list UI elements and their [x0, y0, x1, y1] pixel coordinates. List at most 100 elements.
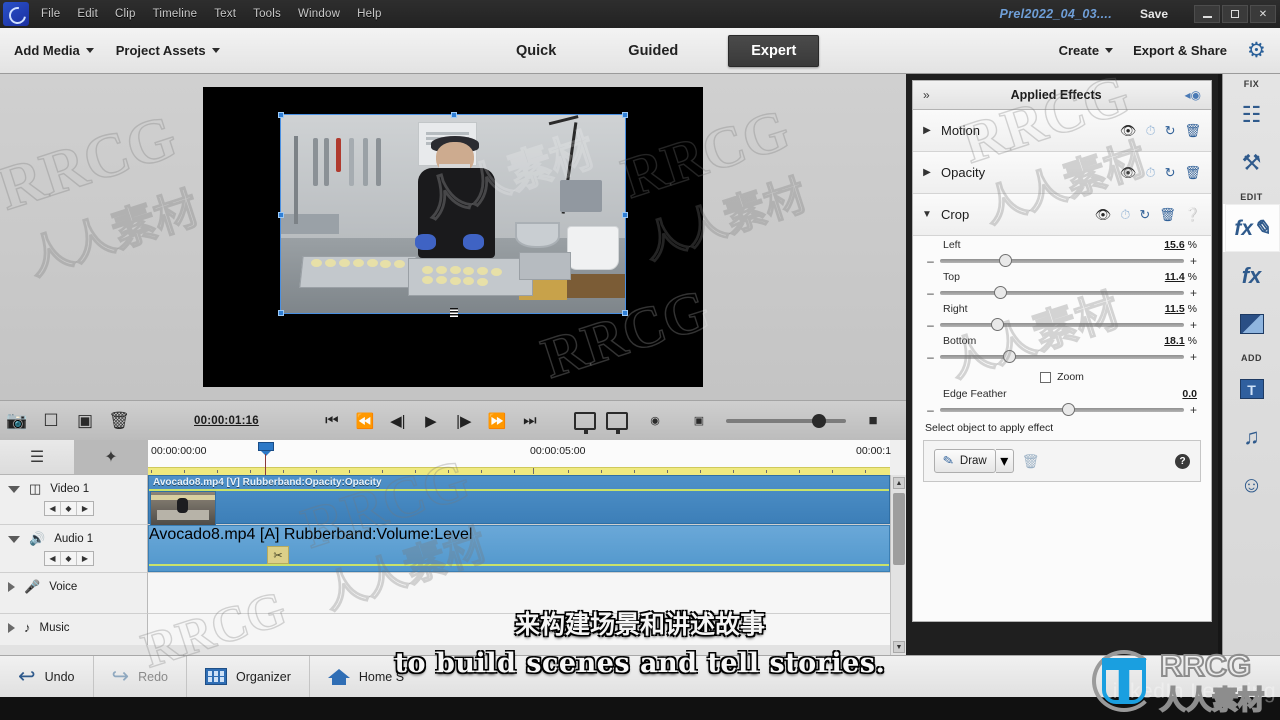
track-header-audio1[interactable]: 🔊 Audio 1 ◀ ◆ ▶: [0, 525, 148, 573]
playhead-marker[interactable]: [258, 442, 274, 456]
create-button[interactable]: Create: [1059, 43, 1114, 58]
keyframe-monitor-icon[interactable]: [606, 411, 628, 434]
track-nav-buttons-audio1[interactable]: ◀ ◆ ▶: [44, 551, 94, 566]
increment-icon[interactable]: +: [1190, 318, 1197, 332]
scroll-up-icon[interactable]: ▲: [893, 477, 905, 489]
prev-keyframe-icon[interactable]: ◀: [45, 552, 61, 565]
step-forward-icon[interactable]: |▶: [449, 401, 479, 441]
redo-button[interactable]: ↪ Redo: [94, 655, 187, 698]
slider-top[interactable]: [940, 286, 1184, 299]
menu-edit[interactable]: Edit: [77, 8, 98, 20]
fit-screen-icon[interactable]: ■: [856, 401, 890, 441]
decrement-icon[interactable]: –: [927, 254, 934, 268]
timeline-horizontal-scrollbar[interactable]: [0, 645, 890, 655]
timeline-vertical-scrollbar[interactable]: ▲ ▼: [890, 475, 906, 655]
close-button[interactable]: ✕: [1250, 5, 1276, 23]
preview-monitor-icon[interactable]: ▣: [682, 401, 716, 441]
timeline-clip-video[interactable]: Avocado8.mp4 [V] Rubberband:Opacity:Opac…: [148, 475, 890, 527]
eye-icon[interactable]: 👁: [1120, 123, 1137, 139]
disclosure-triangle-icon[interactable]: [8, 485, 20, 493]
draw-dropdown-button[interactable]: ▾: [995, 449, 1014, 473]
preview-quality-icon[interactable]: ◉: [638, 401, 672, 441]
menu-file[interactable]: File: [41, 8, 60, 20]
slider-right[interactable]: [940, 318, 1184, 331]
slider-edge-feather[interactable]: [940, 403, 1184, 416]
tab-quick[interactable]: Quick: [494, 36, 578, 66]
home-screen-button[interactable]: Home S: [310, 656, 422, 698]
export-share-button[interactable]: Export & Share: [1133, 43, 1227, 58]
disclosure-triangle-icon[interactable]: [8, 622, 15, 633]
add-media-button[interactable]: Add Media: [14, 43, 94, 58]
tools-wrench-icon[interactable]: ⚒: [1223, 139, 1280, 187]
prev-keyframe-icon[interactable]: ◀: [45, 502, 61, 515]
graphics-smiley-icon[interactable]: ☺: [1223, 461, 1280, 509]
menu-timeline[interactable]: Timeline: [153, 8, 198, 20]
effect-row-opacity[interactable]: ▶ Opacity 👁 ⏱ ↻ 🗑: [913, 152, 1211, 194]
save-button[interactable]: Save: [1140, 7, 1168, 21]
menu-window[interactable]: Window: [298, 8, 340, 20]
help-icon[interactable]: ?: [1175, 453, 1190, 469]
trash-icon[interactable]: 🗑: [1022, 453, 1040, 470]
monitor-settings-icon[interactable]: [574, 411, 596, 434]
menu-tools[interactable]: Tools: [253, 8, 281, 20]
undo-button[interactable]: ↩ Undo: [0, 655, 94, 698]
go-to-start-icon[interactable]: ⏮: [317, 401, 347, 441]
decrement-icon[interactable]: –: [927, 286, 934, 300]
timeline-clip-audio[interactable]: Avocado8.mp4 [A] Rubberband:Volume:Level…: [148, 525, 890, 572]
keyframe-icon[interactable]: ⏱: [1120, 207, 1130, 223]
disclosure-triangle-icon[interactable]: [8, 535, 20, 543]
rubberband-line[interactable]: [149, 564, 889, 566]
keyframe-toggle-icon[interactable]: ◂◉: [1185, 88, 1202, 102]
go-to-end-icon[interactable]: ⏭: [515, 401, 545, 441]
cut-marker-icon[interactable]: ✂: [267, 546, 289, 564]
zoom-checkbox[interactable]: [1040, 371, 1052, 383]
increment-icon[interactable]: +: [1190, 350, 1197, 364]
zoom-checkbox-row[interactable]: Zoom: [913, 371, 1211, 383]
track-body-audio1[interactable]: Avocado8.mp4 [A] Rubberband:Volume:Level…: [148, 525, 890, 573]
track-header-voice[interactable]: 🎤 Voice: [0, 573, 148, 614]
track-body-voice[interactable]: [148, 573, 890, 614]
minimize-button[interactable]: [1194, 5, 1220, 23]
transitions-icon[interactable]: [1223, 300, 1280, 348]
track-body-video1[interactable]: Avocado8.mp4 [V] Rubberband:Opacity:Opac…: [148, 475, 890, 527]
reset-icon[interactable]: ↻: [1165, 123, 1176, 139]
add-keyframe-icon[interactable]: ◆: [61, 552, 77, 565]
disclosure-triangle-icon[interactable]: ▼: [913, 209, 941, 220]
next-keyframe-icon[interactable]: ▶: [77, 502, 93, 515]
play-icon[interactable]: ▶: [416, 401, 446, 441]
menu-text[interactable]: Text: [214, 8, 236, 20]
mixer-icon[interactable]: ☰: [0, 440, 74, 474]
trash-icon[interactable]: 🗑: [1159, 207, 1176, 223]
param-value-bottom[interactable]: 18.1: [1164, 335, 1184, 347]
fast-forward-icon[interactable]: ⏩: [482, 401, 512, 441]
keyframe-icon[interactable]: ⏱: [1145, 165, 1155, 181]
trash-icon[interactable]: 🗑: [1184, 123, 1201, 139]
next-keyframe-icon[interactable]: ▶: [77, 552, 93, 565]
program-monitor[interactable]: [203, 87, 703, 387]
gear-icon[interactable]: [1247, 41, 1266, 60]
step-back-icon[interactable]: ◀|: [383, 401, 413, 441]
decrement-icon[interactable]: –: [927, 318, 934, 332]
applied-effects-fx-icon[interactable]: fx✎: [1223, 204, 1280, 252]
rubberband-line[interactable]: [149, 489, 889, 491]
slider-left[interactable]: [940, 254, 1184, 267]
menu-clip[interactable]: Clip: [115, 8, 136, 20]
decrement-icon[interactable]: –: [927, 403, 934, 417]
menu-help[interactable]: Help: [357, 8, 381, 20]
monitor-timecode[interactable]: 00:00:01:16: [194, 415, 259, 427]
trash-icon[interactable]: 🗑: [1184, 165, 1201, 181]
slider-bottom[interactable]: [940, 350, 1184, 363]
decrement-icon[interactable]: –: [927, 350, 934, 364]
eye-icon[interactable]: 👁: [1120, 165, 1137, 181]
increment-icon[interactable]: +: [1190, 254, 1197, 268]
organizer-button[interactable]: Organizer: [187, 655, 310, 698]
trash-icon[interactable]: 🗑: [102, 401, 136, 441]
eye-icon[interactable]: 👁: [1095, 207, 1112, 223]
reset-icon[interactable]: ↻: [1139, 207, 1150, 223]
transitions-icon[interactable]: ✦: [74, 440, 148, 474]
track-header-video1[interactable]: ◫ Video 1 ◀ ◆ ▶: [0, 475, 148, 525]
draw-button[interactable]: ✎ Draw: [934, 449, 996, 473]
scroll-down-icon[interactable]: ▼: [893, 641, 905, 653]
camera-snapshot-icon[interactable]: 📷: [0, 401, 34, 441]
effect-row-crop[interactable]: ▼ Crop 👁 ⏱ ↻ 🗑 ❔: [913, 194, 1211, 236]
